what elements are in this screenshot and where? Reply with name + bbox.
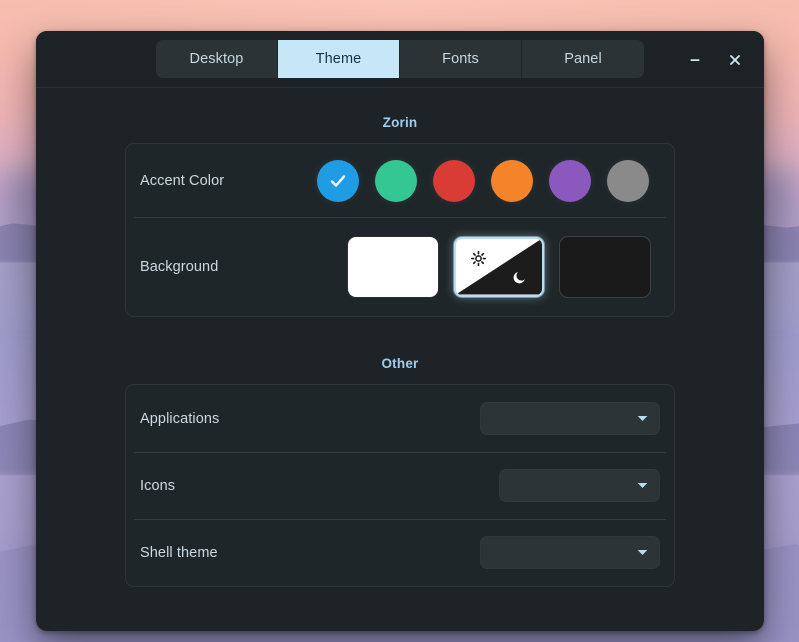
tab-panel-label: Panel	[564, 51, 602, 67]
window-headerbar: Desktop Theme Fonts Panel	[36, 31, 764, 88]
background-option-dark[interactable]	[560, 236, 650, 297]
chevron-down-icon	[637, 550, 648, 555]
accent-swatch-red[interactable]	[433, 159, 475, 202]
section-title-other: Other	[381, 356, 419, 371]
row-background: Background	[126, 217, 674, 316]
section-title-zorin: Zorin	[382, 115, 418, 130]
applications-dropdown[interactable]	[480, 402, 660, 435]
tab-desktop-label: Desktop	[189, 51, 244, 67]
row-applications: Applications	[126, 385, 674, 452]
accent-swatch-purple[interactable]	[549, 159, 591, 202]
chevron-down-icon	[637, 416, 648, 421]
chevron-down-icon	[637, 483, 648, 488]
accent-swatch-green[interactable]	[375, 159, 417, 202]
close-button[interactable]	[720, 45, 750, 75]
background-label: Background	[140, 258, 219, 275]
accent-color-control	[317, 159, 660, 202]
check-icon	[330, 174, 346, 187]
window-controls	[680, 31, 750, 88]
window-content: Zorin Accent Color Background Other Appl…	[36, 88, 764, 631]
tab-desktop[interactable]: Desktop	[156, 40, 278, 78]
accent-color-label: Accent Color	[140, 172, 225, 189]
tab-theme[interactable]: Theme	[278, 40, 400, 78]
shell-theme-dropdown[interactable]	[480, 536, 660, 569]
tab-switcher[interactable]: Desktop Theme Fonts Panel	[156, 40, 644, 78]
tab-fonts[interactable]: Fonts	[400, 40, 522, 78]
tab-theme-label: Theme	[315, 51, 362, 67]
minimize-button[interactable]	[680, 45, 710, 75]
appearance-window: Desktop Theme Fonts Panel Zorin Accent C…	[36, 31, 764, 631]
row-accent-color: Accent Color	[126, 144, 674, 217]
accent-swatch-grey[interactable]	[607, 159, 649, 202]
background-option-light[interactable]	[348, 236, 438, 297]
icons-label: Icons	[140, 477, 176, 494]
shell-theme-label: Shell theme	[140, 544, 218, 561]
close-icon	[730, 54, 740, 65]
accent-swatch-orange[interactable]	[491, 159, 533, 202]
tab-panel[interactable]: Panel	[522, 40, 644, 78]
tab-fonts-label: Fonts	[442, 51, 479, 67]
sun-icon	[471, 250, 486, 266]
shell-theme-control	[480, 536, 660, 569]
row-shell-theme: Shell theme	[126, 519, 674, 586]
applications-control	[480, 402, 660, 435]
accent-color-swatches	[317, 159, 660, 202]
moon-icon	[513, 271, 525, 283]
background-control	[348, 236, 660, 297]
other-settings-card: Applications Icons Shell theme	[125, 384, 675, 587]
minimize-icon	[690, 58, 700, 61]
accent-swatch-blue[interactable]	[317, 159, 359, 202]
background-option-auto[interactable]	[454, 236, 544, 297]
applications-label: Applications	[140, 410, 220, 427]
background-auto-dark-half	[456, 238, 542, 295]
zorin-settings-card: Accent Color Background	[125, 143, 675, 317]
icons-dropdown[interactable]	[499, 469, 660, 502]
icons-control	[499, 469, 660, 502]
row-icons: Icons	[126, 452, 674, 519]
background-options	[348, 236, 660, 297]
